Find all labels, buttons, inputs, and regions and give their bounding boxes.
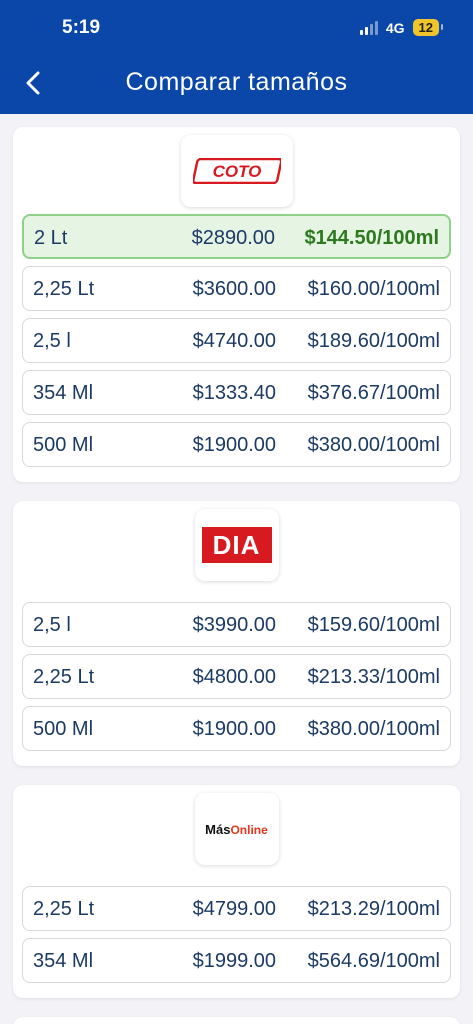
unit-price-label: $213.29/100ml: [307, 898, 440, 920]
unit-price-label: $189.60/100ml: [307, 330, 440, 352]
signal-icon: [359, 20, 378, 35]
masonline-logo-main: Más: [205, 821, 231, 837]
size-row[interactable]: 500 Ml $1900.00 $380.00/100ml: [22, 706, 451, 751]
store-logo-dia: DIA: [194, 509, 279, 581]
price-label: $3600.00: [192, 278, 276, 300]
price-label: $1999.00: [192, 950, 276, 972]
size-label: 2,5 l: [33, 330, 71, 352]
price-label: $4800.00: [192, 666, 276, 688]
page-title: Comparar tamaños: [125, 68, 348, 96]
unit-price-label: $564.69/100ml: [307, 950, 440, 972]
status-indicators: 4G 12: [359, 19, 444, 36]
network-type: 4G: [385, 19, 405, 36]
size-label: 2,25 Lt: [33, 898, 95, 920]
size-row[interactable]: 2,25 Lt $3600.00 $160.00/100ml: [22, 266, 451, 311]
price-label: $3990.00: [192, 614, 276, 636]
size-label: 2 Lt: [34, 227, 68, 249]
store-logo-coto: COTO: [180, 135, 293, 207]
coto-logo-icon: COTO: [192, 158, 281, 184]
size-row[interactable]: 354 Ml $1333.40 $376.67/100ml: [22, 370, 451, 415]
size-row[interactable]: 2,25 Lt $4800.00 $213.33/100ml: [22, 654, 451, 699]
store-logo-masonline: MásOnline: [194, 793, 279, 865]
size-row[interactable]: 2,5 l $4740.00 $189.60/100ml: [22, 318, 451, 363]
size-row[interactable]: 354 Ml $1999.00 $564.69/100ml: [22, 938, 451, 983]
price-label: $1900.00: [192, 718, 276, 740]
coto-logo-text: COTO: [212, 162, 261, 181]
unit-price-label: $144.50/100ml: [304, 227, 439, 249]
unit-price-label: $160.00/100ml: [307, 278, 440, 300]
store-card-masonline: MásOnline 2,25 Lt $4799.00 $213.29/100ml…: [13, 785, 460, 998]
price-label: $1900.00: [192, 434, 276, 456]
unit-price-label: $380.00/100ml: [307, 434, 440, 456]
store-card-next: [13, 1017, 460, 1024]
size-label: 2,25 Lt: [33, 278, 95, 300]
size-label: 500 Ml: [33, 434, 94, 456]
battery-icon: 12: [412, 19, 444, 36]
unit-price-label: $213.33/100ml: [307, 666, 440, 688]
masonline-logo-accent: Online: [230, 822, 268, 837]
dia-logo-icon: DIA: [201, 527, 272, 563]
size-label: 2,5 l: [33, 614, 71, 636]
store-card-coto: COTO 2 Lt $2890.00 $144.50/100ml 2,25 Lt…: [13, 127, 460, 482]
unit-price-label: $380.00/100ml: [307, 718, 440, 740]
app-header: 5:19 4G 12 Comparar tamaños: [0, 0, 473, 114]
size-label: 354 Ml: [33, 382, 94, 404]
price-label: $2890.00: [191, 227, 275, 249]
size-row[interactable]: 2,25 Lt $4799.00 $213.29/100ml: [22, 886, 451, 931]
size-row[interactable]: 2,5 l $3990.00 $159.60/100ml: [22, 602, 451, 647]
store-card-dia: DIA 2,5 l $3990.00 $159.60/100ml 2,25 Lt…: [13, 501, 460, 766]
unit-price-label: $159.60/100ml: [307, 614, 440, 636]
price-label: $4740.00: [192, 330, 276, 352]
unit-price-label: $376.67/100ml: [307, 382, 440, 404]
size-row[interactable]: 2 Lt $2890.00 $144.50/100ml: [22, 214, 451, 259]
size-row[interactable]: 500 Ml $1900.00 $380.00/100ml: [22, 422, 451, 467]
size-label: 354 Ml: [33, 950, 94, 972]
size-label: 2,25 Lt: [33, 666, 95, 688]
size-label: 500 Ml: [33, 718, 94, 740]
price-label: $1333.40: [192, 382, 276, 404]
status-time: 5:19: [62, 17, 101, 38]
price-label: $4799.00: [192, 898, 276, 920]
masonline-logo-icon: MásOnline: [205, 822, 268, 837]
